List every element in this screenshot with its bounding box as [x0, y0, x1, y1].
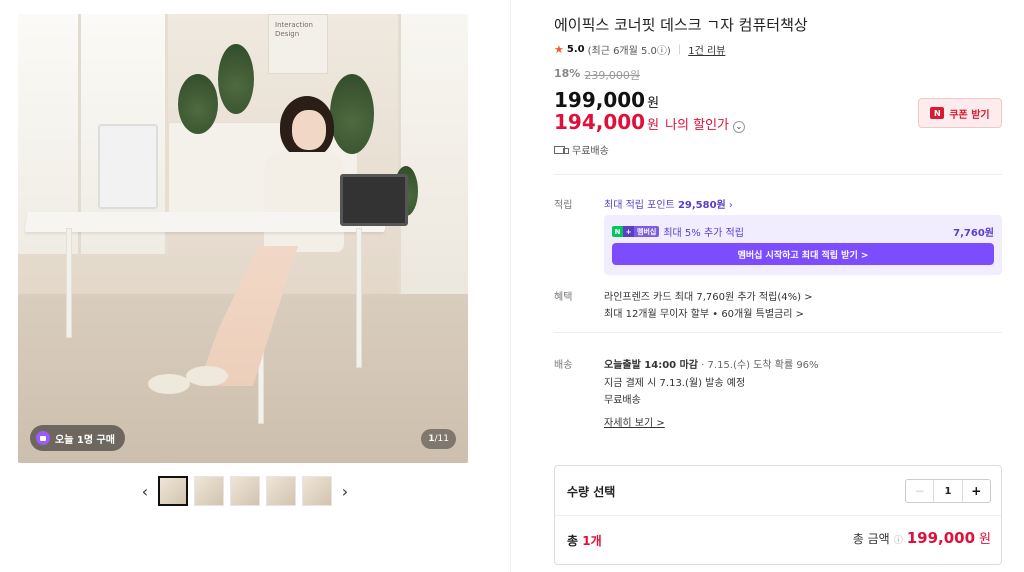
thumbnail-1[interactable] [158, 476, 188, 506]
coupon-label: 쿠폰 받기 [949, 109, 990, 121]
star-icon: ★ [554, 43, 564, 56]
desk-top [24, 212, 388, 232]
minus-button[interactable]: − [906, 480, 935, 502]
person-body [264, 152, 344, 252]
my-price-label: 나의 할인가 [665, 118, 729, 133]
thumbnail-strip: ‹ › [138, 476, 352, 506]
membership-badge: N + 멤버십 [612, 226, 660, 237]
thumbnail-5[interactable] [302, 476, 332, 506]
rating-score: 5.0 [566, 44, 585, 55]
delivery-line-1: 오늘출발 14:00 마감 · 7.15.(수) 도착 확률 96% [604, 356, 819, 371]
info-icon[interactable]: ⓘ [894, 533, 903, 546]
quantity-stepper[interactable]: − 1 + [905, 479, 991, 503]
discount-percent: 18% [554, 67, 581, 80]
delivery-cutoff: 오늘출발 14:00 마감 [604, 360, 698, 371]
thumbnail-4[interactable] [266, 476, 296, 506]
chevron-right-icon[interactable]: › [338, 476, 352, 506]
membership-box: N + 멤버십 최대 5% 추가 적립 7,760원 멤버십 시작하고 최대 적립 … [604, 215, 1002, 275]
laptop-decor [340, 174, 408, 226]
delivery-line-3: 무료배송 [604, 395, 641, 406]
max-points-value: 29,580원 [677, 200, 726, 211]
total-count-prefix: 총 [567, 534, 583, 548]
delivery-label: 배송 [554, 360, 573, 371]
rating-detail: (최근 6개월 5.0ⓘ) [587, 46, 671, 57]
quantity-label: 수량 선택 [567, 485, 616, 499]
divider [554, 332, 1002, 333]
total-amount-label: 총 금액 [852, 532, 890, 546]
plant-decor [178, 74, 218, 134]
bag-icon [36, 431, 50, 445]
divider [554, 174, 1002, 175]
my-price[interactable]: 194,000 원 나의 할인가 ⌄ [554, 110, 745, 134]
benefit-card-link[interactable]: 라인프렌즈 카드 최대 7,760원 추가 적립(4%) > [604, 288, 813, 303]
window-decor-right [398, 14, 468, 304]
shipping-info: 무료배송 [554, 142, 609, 157]
quantity-row: 수량 선택 − 1 + [555, 466, 1001, 516]
column-divider [510, 0, 511, 572]
desk-leg [356, 228, 362, 368]
product-title: 에이픽스 코너핏 데스크 ㄱ자 컴퓨터책상 [554, 16, 808, 34]
original-price: 239,000원 [584, 69, 640, 82]
delivery-arrival: · 7.15.(수) 도착 확률 96% [698, 360, 819, 371]
total-count-value: 1개 [582, 534, 602, 548]
thumbnail-3[interactable] [230, 476, 260, 506]
thumbnail-2[interactable] [194, 476, 224, 506]
review-link[interactable]: 1건 리뷰 [688, 42, 725, 57]
max-points-link[interactable]: 최대 적립 포인트 29,580원 › [604, 196, 733, 211]
max-points-label: 최대 적립 포인트 [604, 200, 675, 211]
total-amount-value: 199,000 [906, 529, 976, 547]
monitor-decor [98, 124, 158, 209]
benefit-installment-link[interactable]: 최대 12개월 무이자 할부 • 60개월 특별금리 > [604, 305, 804, 320]
poster-text: Interaction Design [275, 21, 313, 38]
discount-row: 18% 239,000원 [554, 67, 640, 83]
poster-decor: Interaction Design [268, 14, 328, 74]
benefit-label: 혜택 [554, 292, 573, 303]
chevron-left-icon[interactable]: ‹ [138, 476, 152, 506]
today-purchase-text: 오늘 1명 구매 [55, 434, 115, 446]
total-amount-unit: 원 [979, 532, 991, 547]
coupon-button[interactable]: N 쿠폰 받기 [918, 98, 1002, 128]
quantity-value[interactable]: 1 [934, 480, 961, 502]
plant-decor [330, 74, 374, 154]
sale-price-unit: 원 [647, 96, 660, 111]
naver-icon: N [930, 107, 945, 119]
chevron-down-icon[interactable]: ⌄ [733, 120, 745, 133]
total-amount-row: 총 금액 ⓘ 199,000 원 [853, 528, 991, 547]
desk-leg [66, 228, 72, 338]
membership-start-button[interactable]: 멤버십 시작하고 최대 적립 받기 > [612, 243, 994, 265]
my-price-value: 194,000 [554, 110, 646, 134]
image-counter: 1/11 [421, 429, 456, 449]
my-price-unit: 원 [647, 118, 660, 133]
plus-button[interactable]: + [961, 480, 990, 502]
membership-badge-text: 멤버십 [634, 226, 660, 237]
product-main-image[interactable]: Interaction Design 오늘 1명 구매 1/11 [18, 14, 468, 463]
sale-price-value: 199,000 [554, 88, 646, 112]
membership-row: N + 멤버십 최대 5% 추가 적립 [612, 224, 744, 239]
total-count: 총 1개 [567, 532, 602, 549]
plant-decor [218, 44, 254, 114]
delivery-detail-link[interactable]: 자세히 보기 > [604, 414, 665, 429]
rating-row: ★ 5.0 (최근 6개월 5.0ⓘ) | 1건 리뷰 [554, 42, 725, 57]
sale-price: 199,000 원 [554, 88, 659, 112]
person-face [292, 110, 326, 150]
points-label: 적립 [554, 200, 573, 211]
slipper-decor [186, 366, 228, 386]
delivery-line-2: 지금 결제 시 7.13.(월) 발송 예정 [604, 378, 746, 389]
divider: | [677, 44, 682, 55]
membership-amount: 7,760원 [953, 228, 994, 239]
order-box: 수량 선택 − 1 + 총 1개 총 금액 ⓘ 199,000 원 [554, 465, 1002, 565]
image-counter-total: /11 [434, 434, 449, 444]
truck-icon [554, 145, 569, 155]
shipping-text: 무료배송 [572, 146, 609, 157]
membership-extra: 최대 5% 추가 적립 [663, 228, 744, 239]
today-purchase-badge: 오늘 1명 구매 [30, 425, 125, 451]
slipper-decor [148, 374, 190, 394]
